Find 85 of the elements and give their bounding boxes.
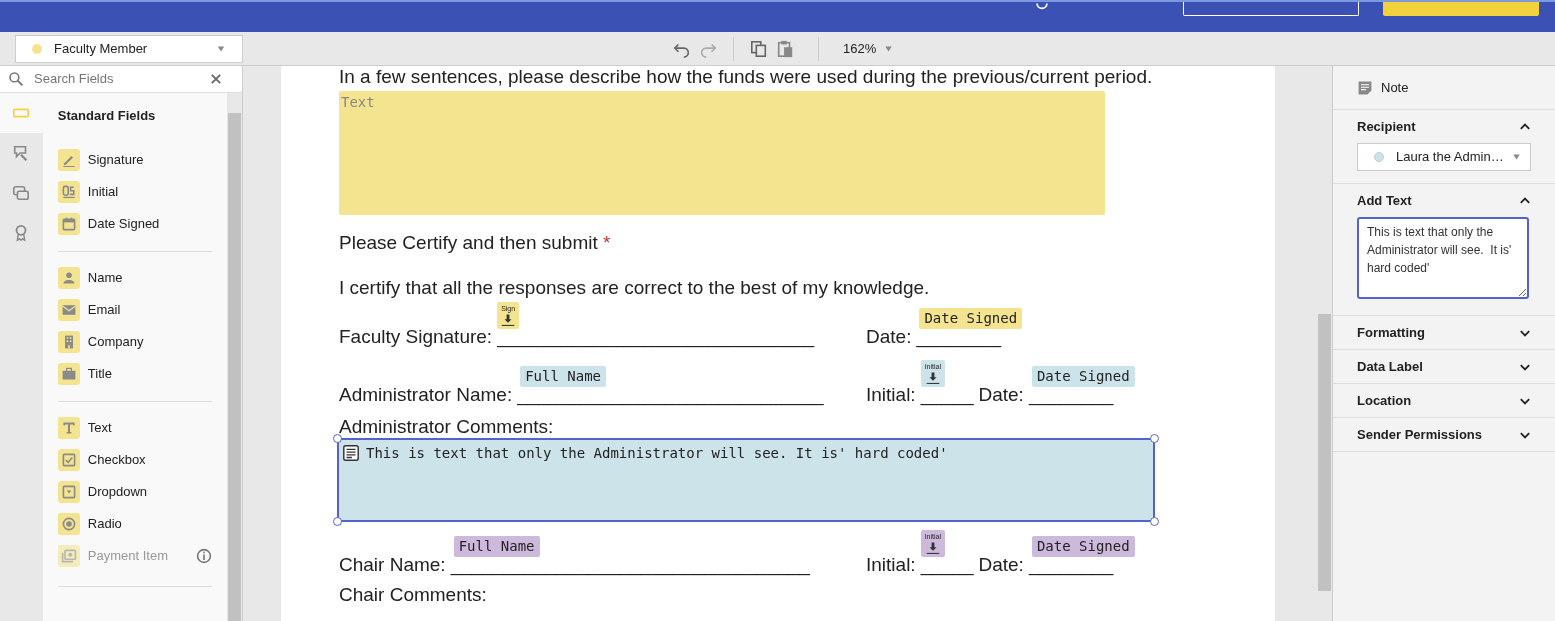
blank-line: _____________________________ <box>517 384 824 406</box>
blank-line: ________ <box>916 326 1001 348</box>
download-arrow-icon <box>925 371 940 385</box>
field-item[interactable]: Company <box>57 325 213 358</box>
section-header[interactable]: Formatting <box>1357 316 1531 349</box>
blank-line: __________________________________ <box>450 554 810 576</box>
dropdown-icon <box>57 480 80 503</box>
recipient-dropdown[interactable]: Laura the Admin… <box>1357 143 1531 171</box>
pen-icon <box>57 148 80 171</box>
field-item[interactable]: Dropdown <box>57 475 213 508</box>
caret-icon <box>216 44 226 53</box>
resize-handle[interactable] <box>333 434 342 443</box>
radio-icon <box>57 512 80 535</box>
field-item[interactable]: Name <box>57 261 213 294</box>
document-text: Administrator Comments: <box>339 416 555 438</box>
field-item[interactable]: Signature <box>57 143 213 176</box>
section-header[interactable]: Add Text <box>1357 184 1531 217</box>
close-icon[interactable] <box>210 73 222 85</box>
field-item[interactable]: Checkbox <box>57 443 213 476</box>
resize-handle[interactable] <box>1150 434 1159 443</box>
blank-line: _____ <box>920 384 974 406</box>
form-field-tag[interactable]: Date Signed <box>1031 536 1135 557</box>
section-header[interactable]: Recipient <box>1357 110 1531 143</box>
envelope-icon <box>57 298 80 321</box>
document-text: In a few sentences, please describe how the funds were used during the previous/current period. <box>339 66 1154 88</box>
scrollbar[interactable] <box>227 93 242 621</box>
field-label: Initial: <box>866 554 916 576</box>
section-header[interactable]: Sender Permissions <box>1357 418 1531 451</box>
recipient-name: Faculty Member <box>54 39 149 58</box>
field-item[interactable]: Email <box>57 293 213 326</box>
blank-line: ________ <box>1028 554 1114 576</box>
field-item[interactable]: Date Signed <box>57 207 213 240</box>
form-field-tag[interactable]: Full Name <box>520 366 607 387</box>
field-label: Faculty Signature: <box>339 326 493 348</box>
form-field-tag[interactable]: Full Name <box>453 536 540 557</box>
note-text: This is text that only the Administrator will see. It is' hard coded' <box>366 444 948 462</box>
recipient-dropdown[interactable]: Faculty Member <box>15 34 243 63</box>
document-text: Chair Comments: <box>339 584 488 606</box>
field-label: Date: <box>866 326 912 348</box>
paste-icon[interactable] <box>776 39 794 58</box>
building-icon <box>57 330 80 353</box>
zoom-level: 162% <box>843 39 877 58</box>
field-item[interactable]: Title <box>57 357 213 390</box>
resize-handle[interactable] <box>333 517 342 526</box>
field-label: Date: <box>978 554 1024 576</box>
text-icon <box>57 416 80 439</box>
blank-line: ________ <box>1028 384 1114 406</box>
field-label: Administrator Name: <box>339 384 513 406</box>
field-label: Date: <box>978 384 1024 406</box>
field-label: Chair Name: <box>339 554 446 576</box>
search-field[interactable]: Search Fields <box>32 68 202 90</box>
note-icon <box>1357 79 1373 96</box>
note-label: Note <box>1381 78 1409 97</box>
briefcase-icon <box>57 362 80 385</box>
field-label: Initial: <box>866 384 916 406</box>
field-item[interactable]: Radio <box>57 507 213 540</box>
blank-line: _____ <box>920 554 974 576</box>
document-text: I certify that all the responses are correct to the best of my knowledge. <box>339 277 931 299</box>
recipient-name: Laura the Admin… <box>1396 148 1504 167</box>
download-arrow-icon <box>501 313 516 327</box>
header-button[interactable] <box>1183 2 1359 16</box>
field-item[interactable]: Initial <box>57 175 213 208</box>
caret-icon <box>1511 153 1521 161</box>
section-header[interactable]: Data Label <box>1357 350 1531 383</box>
caret-icon <box>884 44 894 53</box>
text-area[interactable]: This is text that only the Administrator will see. It is' hard coded' <box>1357 217 1529 299</box>
note-icon <box>342 444 360 462</box>
initials-icon <box>57 180 80 203</box>
question-text: Please Certify and then submit * <box>339 232 612 254</box>
copy-icon[interactable] <box>750 39 768 58</box>
checkbox-icon <box>57 448 80 471</box>
calendar-icon <box>57 212 80 235</box>
form-field-tag[interactable]: Date Signed <box>1031 366 1135 387</box>
blank-line: ______________________________ <box>497 326 815 348</box>
zoom-dropdown[interactable]: 162% <box>843 38 894 59</box>
download-arrow-icon <box>925 541 940 555</box>
stacked-cards-icon <box>12 184 31 202</box>
camera-icon <box>57 544 80 567</box>
section-title: Standard Fields <box>57 107 157 125</box>
form-field-tag[interactable]: Date Signed <box>919 308 1023 329</box>
field-item[interactable]: Text <box>57 411 213 444</box>
search-icon <box>8 71 24 87</box>
person-icon <box>57 266 80 289</box>
section-header[interactable]: Location <box>1357 384 1531 417</box>
resize-handle[interactable] <box>1150 517 1159 526</box>
